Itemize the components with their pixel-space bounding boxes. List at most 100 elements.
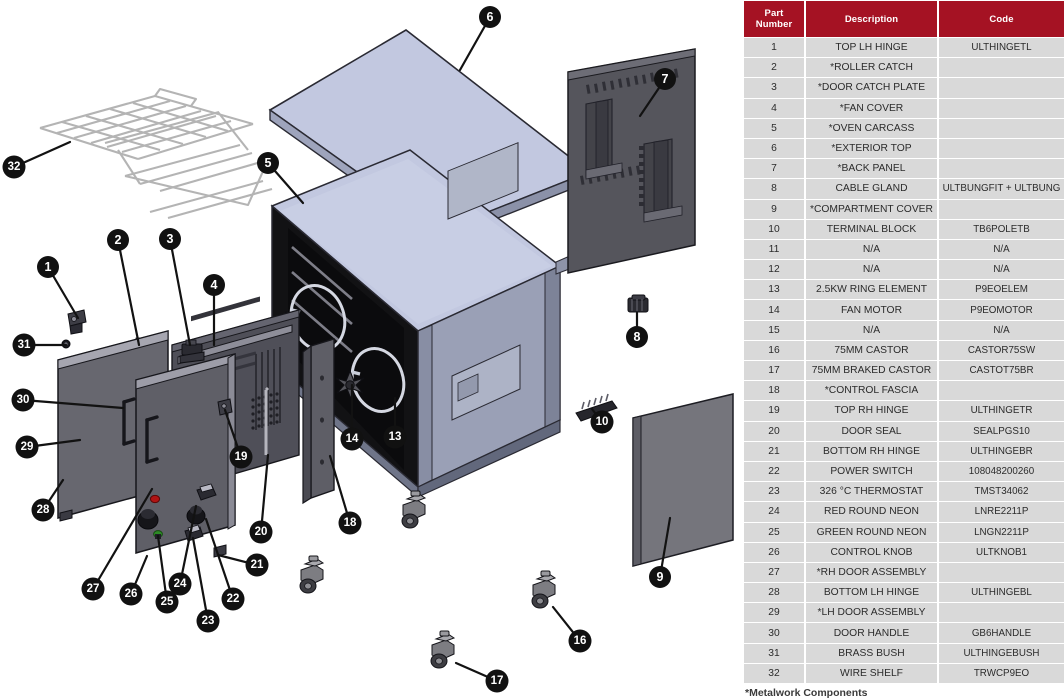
cell-part-number: 30 bbox=[744, 623, 804, 643]
table-row: 1 TOP LH HINGE ULTHINGETL bbox=[744, 38, 1064, 58]
cell-code: ULTBUNGFIT + ULTBUNG bbox=[939, 179, 1064, 199]
table-header-row: Part Number Description Code bbox=[744, 1, 1064, 37]
callout-bubble: 4 bbox=[203, 274, 225, 296]
cell-part-number: 24 bbox=[744, 502, 804, 522]
cell-code: ULTHINGETL bbox=[939, 38, 1064, 58]
header-part-number: Part Number bbox=[744, 1, 804, 37]
cell-part-number: 11 bbox=[744, 239, 804, 260]
callout-bubble: 1 bbox=[37, 256, 59, 278]
svg-text:19: 19 bbox=[235, 451, 248, 463]
cell-part-number: 8 bbox=[744, 179, 804, 199]
cell-code: TRWCP9EO bbox=[939, 663, 1064, 683]
callout-bubble: 13 bbox=[383, 425, 407, 449]
table-row: 3 *DOOR CATCH PLATE bbox=[744, 78, 1064, 98]
cell-description: CABLE GLAND bbox=[806, 179, 937, 199]
cell-part-number: 9 bbox=[744, 199, 804, 219]
cell-part-number: 19 bbox=[744, 401, 804, 421]
cell-code bbox=[939, 381, 1064, 401]
svg-text:27: 27 bbox=[87, 583, 100, 595]
table-row: 17 75MM BRAKED CASTOR CASTOT75BR bbox=[744, 361, 1064, 381]
cell-part-number: 28 bbox=[744, 583, 804, 603]
cell-description: *BACK PANEL bbox=[806, 159, 937, 179]
cell-description: N/A bbox=[806, 239, 937, 260]
cell-code bbox=[939, 58, 1064, 78]
cell-code bbox=[939, 78, 1064, 98]
callout-bubble: 9 bbox=[649, 566, 671, 588]
part-castor-swivel-b bbox=[299, 555, 324, 594]
cell-code: N/A bbox=[939, 260, 1064, 280]
cell-part-number: 32 bbox=[744, 663, 804, 683]
part-castor-17 bbox=[430, 630, 455, 669]
table-row: 25 GREEN ROUND NEON LNGN2211P bbox=[744, 522, 1064, 542]
cell-code: TB6POLETB bbox=[939, 219, 1064, 239]
table-row: 8 CABLE GLAND ULTBUNGFIT + ULTBUNG bbox=[744, 179, 1064, 199]
svg-text:16: 16 bbox=[574, 635, 587, 647]
table-footnote: *Metalwork Components bbox=[745, 687, 868, 699]
callout-bubble: 10 bbox=[590, 410, 614, 434]
svg-text:30: 30 bbox=[17, 394, 30, 406]
part-castor-16 bbox=[531, 570, 556, 609]
table-row: 5 *OVEN CARCASS bbox=[744, 118, 1064, 138]
cell-description: 326 °C THERMOSTAT bbox=[806, 482, 937, 502]
diagram-canvas: 1 2 3 4 5 6 7 8 9 10 13 14 16 17 18 19 2… bbox=[2, 6, 734, 693]
cell-part-number: 25 bbox=[744, 522, 804, 542]
table-row: 28 BOTTOM LH HINGE ULTHINGEBL bbox=[744, 583, 1064, 603]
table-row: 6 *EXTERIOR TOP bbox=[744, 138, 1064, 159]
table-row: 4 *FAN COVER bbox=[744, 98, 1064, 118]
svg-text:3: 3 bbox=[167, 232, 174, 246]
callout-bubble: 25 bbox=[155, 590, 179, 614]
svg-text:20: 20 bbox=[255, 526, 268, 538]
cell-part-number: 7 bbox=[744, 159, 804, 179]
cell-part-number: 17 bbox=[744, 361, 804, 381]
svg-text:6: 6 bbox=[487, 10, 494, 24]
cell-part-number: 22 bbox=[744, 461, 804, 482]
cell-description: FAN MOTOR bbox=[806, 300, 937, 320]
table-row: 16 75MM CASTOR CASTOR75SW bbox=[744, 340, 1064, 360]
svg-text:9: 9 bbox=[657, 570, 664, 584]
callout-bubble: 19 bbox=[229, 445, 253, 469]
parts-list-panel: Part Number Description Code 1 TOP LH HIN… bbox=[742, 0, 1064, 700]
table-row: 22 POWER SWITCH 108048200260 bbox=[744, 461, 1064, 482]
cell-description: BOTTOM RH HINGE bbox=[806, 441, 937, 461]
cell-description: DOOR HANDLE bbox=[806, 623, 937, 643]
callout-bubble: 23 bbox=[196, 609, 220, 633]
svg-text:26: 26 bbox=[125, 588, 138, 600]
cell-part-number: 26 bbox=[744, 542, 804, 562]
svg-text:10: 10 bbox=[596, 416, 609, 428]
callout-bubble: 6 bbox=[479, 6, 501, 28]
cell-part-number: 21 bbox=[744, 441, 804, 461]
table-row: 20 DOOR SEAL SEALPGS10 bbox=[744, 421, 1064, 441]
svg-text:23: 23 bbox=[202, 615, 215, 627]
part-control-fascia bbox=[302, 338, 335, 505]
cell-part-number: 2 bbox=[744, 58, 804, 78]
table-row: 7 *BACK PANEL bbox=[744, 159, 1064, 179]
cell-part-number: 29 bbox=[744, 603, 804, 623]
callout-bubble: 20 bbox=[249, 520, 273, 544]
cell-code: ULTHINGETR bbox=[939, 401, 1064, 421]
cell-description: DOOR SEAL bbox=[806, 421, 937, 441]
part-wire-shelf bbox=[39, 87, 254, 161]
cell-description: *DOOR CATCH PLATE bbox=[806, 78, 937, 98]
svg-text:28: 28 bbox=[37, 504, 50, 516]
header-description: Description bbox=[806, 1, 937, 37]
cell-code bbox=[939, 138, 1064, 159]
callout-bubble: 22 bbox=[221, 587, 245, 611]
svg-text:7: 7 bbox=[662, 72, 669, 86]
table-row: 13 2.5KW RING ELEMENT P9EOELEM bbox=[744, 280, 1064, 300]
cell-code bbox=[939, 562, 1064, 583]
part-compartment-cover bbox=[632, 393, 734, 567]
cell-code: ULTKNOB1 bbox=[939, 542, 1064, 562]
cell-code: ULTHINGEBR bbox=[939, 441, 1064, 461]
callout-bubble: 16 bbox=[568, 629, 592, 653]
callout-bubble: 31 bbox=[12, 333, 36, 357]
cell-code: 108048200260 bbox=[939, 461, 1064, 482]
cell-part-number: 15 bbox=[744, 320, 804, 340]
cell-part-number: 5 bbox=[744, 118, 804, 138]
svg-text:21: 21 bbox=[251, 559, 264, 571]
svg-text:13: 13 bbox=[389, 431, 402, 443]
cell-code: SEALPGS10 bbox=[939, 421, 1064, 441]
svg-text:32: 32 bbox=[8, 161, 21, 173]
parts-table-body: 1 TOP LH HINGE ULTHINGETL 2 *ROLLER CATCH 3 *D… bbox=[744, 38, 1064, 683]
cell-description: TERMINAL BLOCK bbox=[806, 219, 937, 239]
svg-text:17: 17 bbox=[491, 675, 504, 687]
